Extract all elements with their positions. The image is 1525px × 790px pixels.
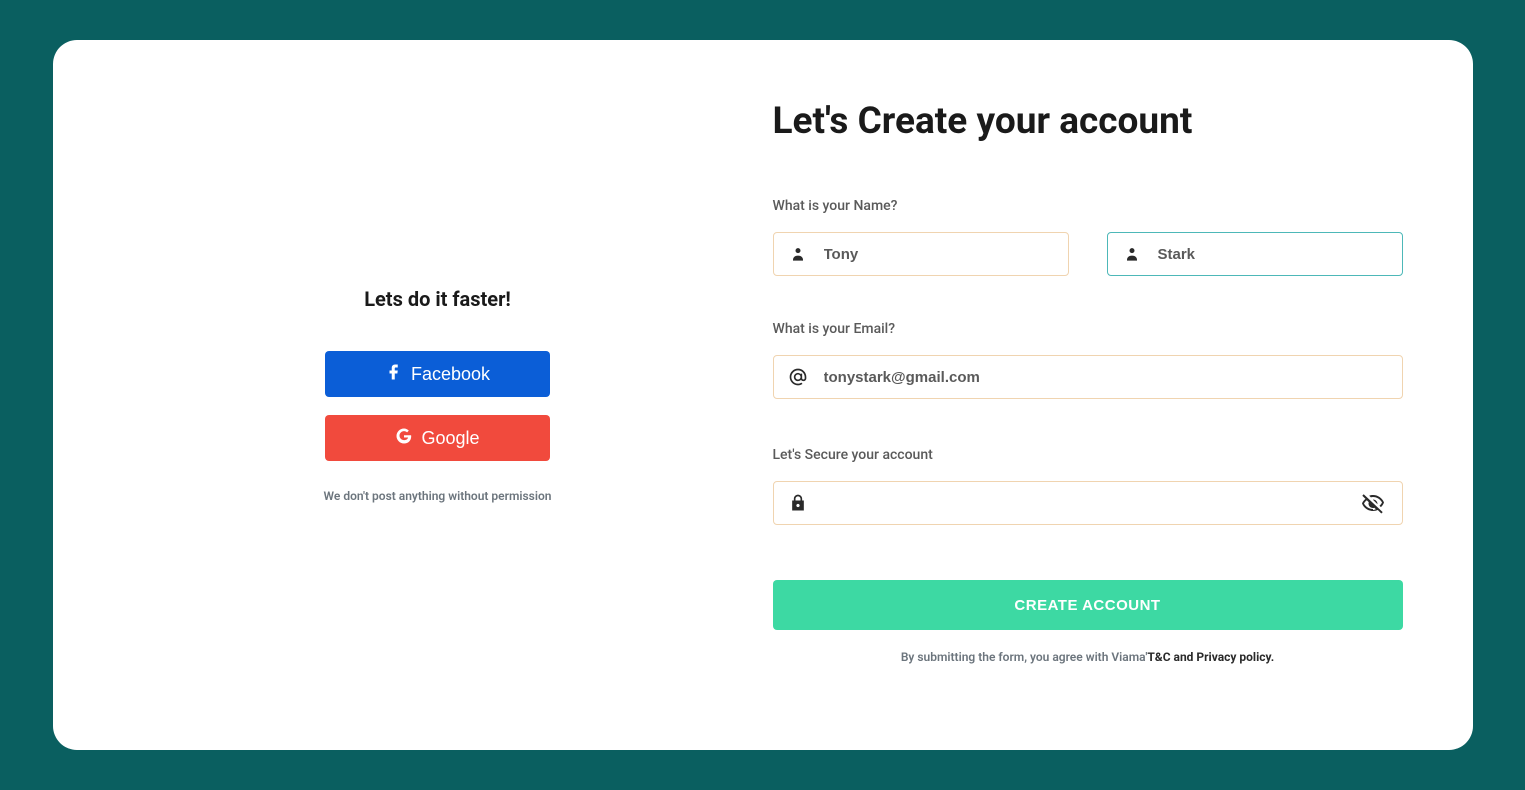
social-disclaimer: We don't post anything without permissio… (324, 489, 552, 503)
visibility-off-icon[interactable] (1361, 491, 1385, 515)
last-name-wrapper (1107, 232, 1403, 276)
google-icon (395, 427, 413, 450)
social-title: Lets do it faster! (364, 287, 511, 311)
terms-prefix: By submitting the form, you agree with V… (901, 650, 1148, 664)
social-login-panel: Lets do it faster! Facebook Google We do… (123, 100, 753, 690)
password-section: Let's Secure your account (773, 447, 1403, 525)
last-name-input[interactable] (1107, 232, 1403, 276)
signup-form-panel: Let's Create your account What is your N… (753, 100, 1403, 690)
name-row (773, 232, 1403, 276)
password-wrapper (773, 481, 1403, 525)
first-name-input[interactable] (773, 232, 1069, 276)
facebook-button[interactable]: Facebook (325, 351, 550, 397)
first-name-wrapper (773, 232, 1069, 276)
password-input[interactable] (773, 481, 1403, 525)
email-section: What is your Email? (773, 321, 1403, 399)
terms-text: By submitting the form, you agree with V… (773, 650, 1403, 664)
email-label: What is your Email? (773, 321, 1403, 337)
signup-card: Lets do it faster! Facebook Google We do… (53, 40, 1473, 750)
create-account-button[interactable]: CREATE ACCOUNT (773, 580, 1403, 630)
page-title: Let's Create your account (773, 100, 1403, 143)
password-label: Let's Secure your account (773, 447, 1403, 463)
person-icon (1122, 244, 1142, 264)
facebook-label: Facebook (411, 364, 490, 385)
name-label: What is your Name? (773, 198, 1403, 214)
google-label: Google (421, 428, 479, 449)
at-icon (788, 367, 808, 387)
email-wrapper (773, 355, 1403, 399)
google-button[interactable]: Google (325, 415, 550, 461)
lock-icon (788, 493, 808, 513)
facebook-icon (385, 363, 403, 386)
terms-link[interactable]: T&C and Privacy policy. (1147, 650, 1274, 664)
person-icon (788, 244, 808, 264)
email-input[interactable] (773, 355, 1403, 399)
